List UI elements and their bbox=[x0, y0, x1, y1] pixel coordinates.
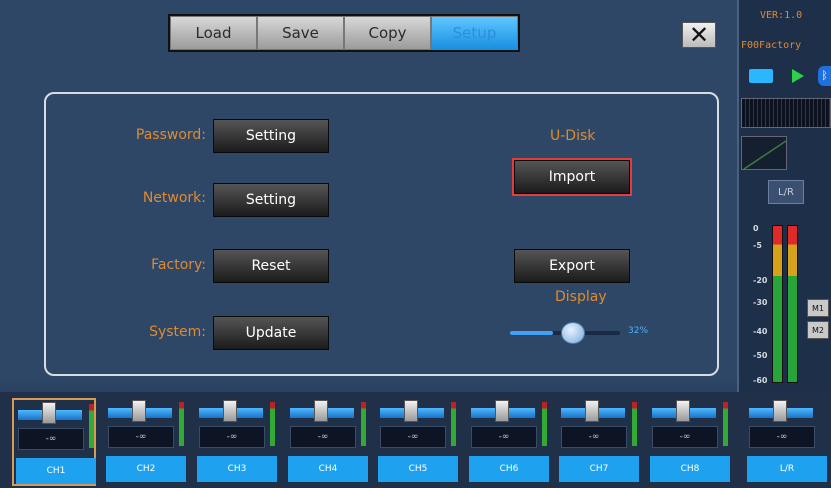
display-brightness-value: 32% bbox=[628, 326, 649, 336]
tab-load[interactable]: Load bbox=[170, 16, 257, 50]
channel-meter bbox=[723, 402, 728, 446]
channel-label[interactable]: CH8 bbox=[650, 456, 730, 482]
password-setting-button[interactable]: Setting bbox=[213, 119, 329, 153]
slider-knob[interactable] bbox=[561, 322, 586, 344]
bluetooth-icon[interactable]: ᛒ bbox=[818, 66, 831, 86]
channel-label[interactable]: L/R bbox=[747, 456, 827, 482]
level-meter-right bbox=[787, 225, 798, 383]
import-button[interactable]: Import bbox=[512, 158, 632, 196]
scale-tick: -30 bbox=[753, 298, 768, 307]
system-update-button[interactable]: Update bbox=[213, 316, 329, 350]
channel-label[interactable]: CH5 bbox=[378, 456, 458, 482]
fader-knob[interactable] bbox=[773, 400, 787, 422]
fader-knob[interactable] bbox=[404, 400, 418, 422]
display-label: Display bbox=[555, 289, 607, 305]
system-label: System: bbox=[149, 324, 206, 340]
network-label: Network: bbox=[142, 190, 206, 206]
play-icon[interactable] bbox=[792, 69, 804, 83]
scale-tick: -40 bbox=[753, 327, 768, 336]
channel-label[interactable]: CH4 bbox=[288, 456, 368, 482]
factory-label: Factory: bbox=[151, 257, 206, 273]
compressor-curve[interactable] bbox=[741, 136, 787, 170]
fader-knob[interactable] bbox=[132, 400, 146, 422]
password-label: Password: bbox=[135, 127, 206, 143]
channel-ch3[interactable]: -∞ CH3 bbox=[195, 398, 279, 486]
channel-ch6[interactable]: -∞ CH6 bbox=[467, 398, 551, 486]
channel-meter bbox=[632, 402, 637, 446]
scale-tick: -60 bbox=[753, 376, 768, 385]
tab-bar: Load Save Copy Setup bbox=[168, 14, 520, 52]
channel-label[interactable]: CH3 bbox=[197, 456, 277, 482]
channel-value: -∞ bbox=[199, 426, 265, 448]
m2-button[interactable]: M2 bbox=[807, 321, 829, 339]
udisk-label: U-Disk bbox=[550, 128, 596, 144]
tab-setup[interactable]: Setup bbox=[431, 16, 518, 50]
scale-tick: -5 bbox=[753, 241, 762, 250]
lr-button[interactable]: L/R bbox=[768, 180, 804, 204]
fader-knob[interactable] bbox=[585, 400, 599, 422]
channel-label[interactable]: CH7 bbox=[559, 456, 639, 482]
channel-ch4[interactable]: -∞ CH4 bbox=[286, 398, 370, 486]
tab-copy[interactable]: Copy bbox=[344, 16, 431, 50]
level-meter-left bbox=[772, 225, 783, 383]
version-text: VER:1.0 bbox=[760, 10, 803, 21]
channel-value: -∞ bbox=[471, 426, 537, 448]
channel-value: -∞ bbox=[108, 426, 174, 448]
curve-icon bbox=[743, 140, 786, 169]
fader-knob[interactable] bbox=[223, 400, 237, 422]
display-brightness-slider[interactable] bbox=[510, 322, 620, 344]
channel-ch2[interactable]: -∞ CH2 bbox=[104, 398, 188, 486]
channel-meter bbox=[89, 404, 94, 448]
scale-tick: 0 bbox=[753, 224, 759, 233]
channel-meter bbox=[361, 402, 366, 446]
channel-value: -∞ bbox=[18, 428, 84, 450]
channel-meter bbox=[179, 402, 184, 446]
channel-lr[interactable]: -∞ L/R bbox=[745, 398, 829, 486]
channel-meter bbox=[451, 402, 456, 446]
slider-fill bbox=[510, 331, 554, 335]
channel-ch7[interactable]: -∞ CH7 bbox=[557, 398, 641, 486]
channel-value: -∞ bbox=[652, 426, 718, 448]
channel-label[interactable]: CH2 bbox=[106, 456, 186, 482]
channel-label[interactable]: CH1 bbox=[16, 458, 96, 484]
fader-knob[interactable] bbox=[42, 402, 56, 424]
channel-value: -∞ bbox=[380, 426, 446, 448]
fader-knob[interactable] bbox=[314, 400, 328, 422]
channel-value: -∞ bbox=[561, 426, 627, 448]
fader-knob[interactable] bbox=[495, 400, 509, 422]
m1-button[interactable]: M1 bbox=[807, 299, 829, 317]
eq-display[interactable] bbox=[741, 98, 831, 128]
channel-value: -∞ bbox=[290, 426, 356, 448]
factory-reset-button[interactable]: Reset bbox=[213, 249, 329, 283]
tab-save[interactable]: Save bbox=[257, 16, 344, 50]
camera-icon[interactable] bbox=[749, 69, 773, 83]
channel-ch1[interactable]: -∞ CH1 bbox=[12, 398, 96, 486]
export-button[interactable]: Export bbox=[514, 249, 630, 283]
channel-ch8[interactable]: -∞ CH8 bbox=[648, 398, 732, 486]
channel-meter bbox=[542, 402, 547, 446]
fader-knob[interactable] bbox=[676, 400, 690, 422]
channel-ch5[interactable]: -∞ CH5 bbox=[376, 398, 460, 486]
preset-name: F00Factory bbox=[741, 40, 802, 51]
scale-tick: -20 bbox=[753, 276, 768, 285]
channel-value: -∞ bbox=[749, 426, 815, 448]
network-setting-button[interactable]: Setting bbox=[213, 183, 329, 217]
scale-tick: -50 bbox=[753, 351, 768, 360]
channel-label[interactable]: CH6 bbox=[469, 456, 549, 482]
close-icon[interactable]: ✕ bbox=[682, 22, 716, 48]
channel-meter bbox=[270, 402, 275, 446]
